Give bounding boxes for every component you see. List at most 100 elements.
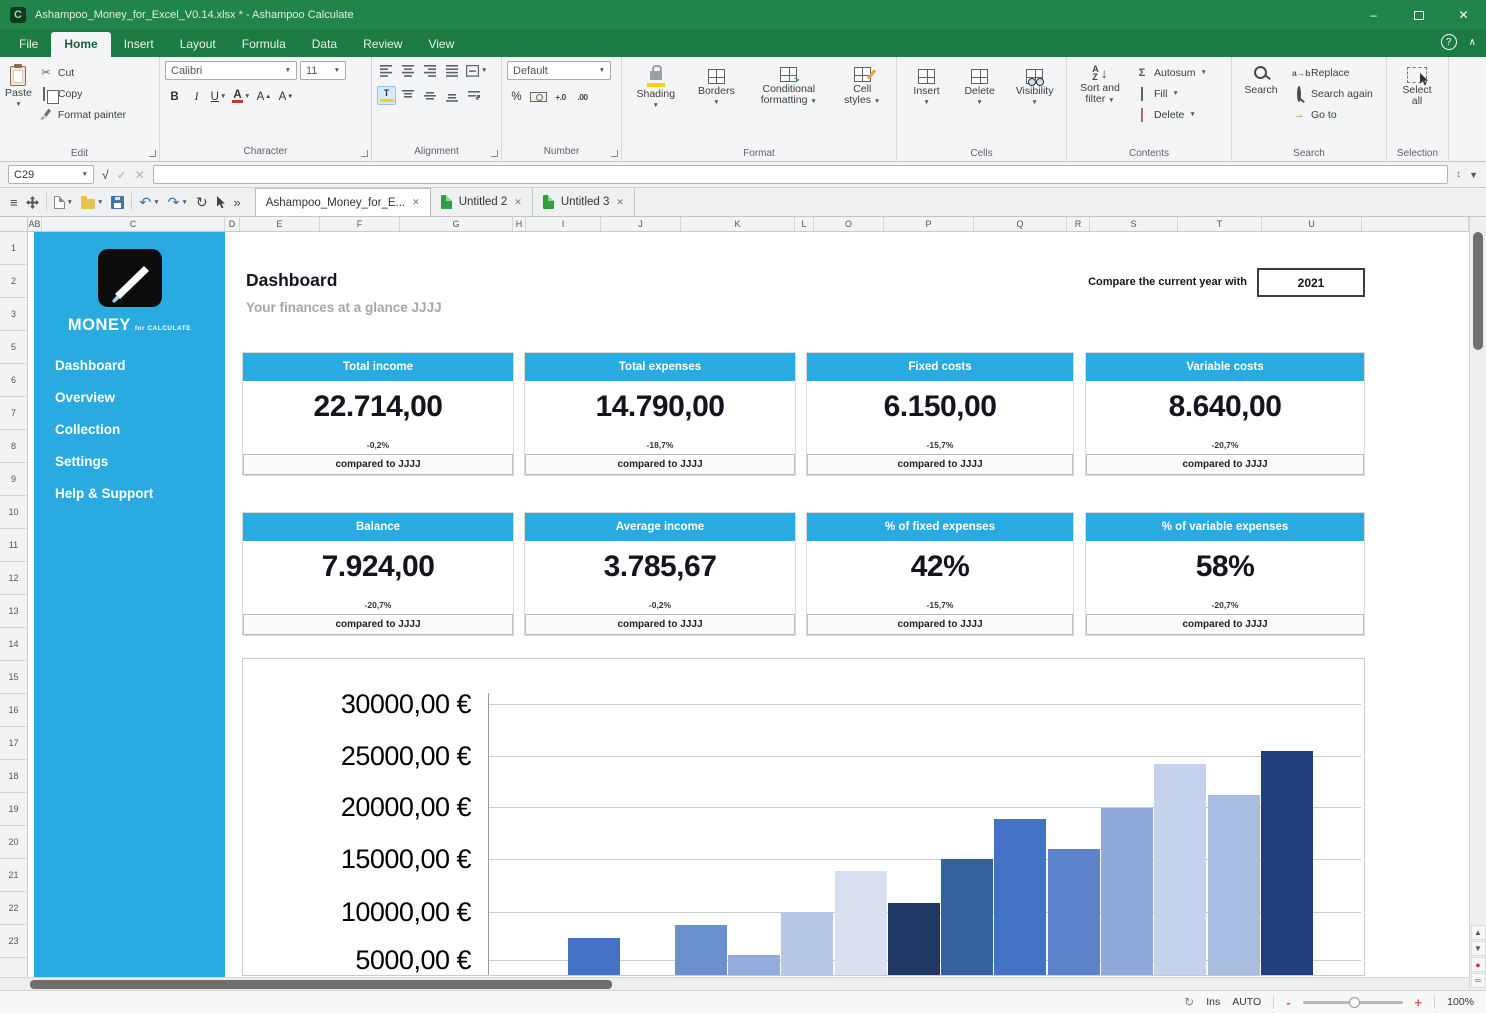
row-header[interactable]: 15 (0, 661, 27, 694)
column-header[interactable]: D (225, 217, 240, 231)
formula-input[interactable] (153, 165, 1448, 184)
row-header[interactable]: 22 (0, 892, 27, 925)
insert-mode-indicator[interactable]: Ins (1206, 996, 1220, 1008)
recalculate-icon[interactable]: ↻ (1184, 995, 1194, 1009)
column-header[interactable]: I (526, 217, 601, 231)
dialog-launcher-icon[interactable] (491, 150, 498, 157)
row-header[interactable]: 10 (0, 496, 27, 529)
sidebar-item-dashboard[interactable]: Dashboard (34, 350, 225, 382)
menu-tab-file[interactable]: File (6, 32, 51, 57)
column-header[interactable]: L (795, 217, 814, 231)
visibility-button[interactable]: Visibility ▼ (1008, 61, 1061, 144)
document-tab-1[interactable]: Ashampoo_Money_for_E... ✕ (255, 188, 431, 216)
select-all-button[interactable]: Select all (1392, 61, 1442, 144)
menu-tab-formula[interactable]: Formula (229, 32, 299, 57)
vertical-scrollbar[interactable]: ▲ ▼ ● ═ (1469, 217, 1486, 990)
sort-filter-button[interactable]: AZ↓ Sort and filter ▼ (1072, 61, 1128, 144)
scroll-up-button[interactable]: ▲ (1471, 925, 1486, 940)
sidebar-item-settings[interactable]: Settings (34, 446, 225, 478)
column-header[interactable]: Q (974, 217, 1067, 231)
sidebar-item-help-support[interactable]: Help & Support (34, 478, 225, 510)
new-document-button[interactable]: ▼ (50, 190, 77, 214)
column-header[interactable]: AB (28, 217, 42, 231)
text-direction-button[interactable]: T (377, 86, 396, 105)
document-tab-3[interactable]: Untitled 3 ✕ (533, 188, 635, 216)
horizontal-scrollbar[interactable] (0, 977, 1469, 990)
column-header[interactable]: S (1090, 217, 1178, 231)
percent-format-button[interactable]: % (507, 87, 526, 106)
close-tab-icon[interactable]: ✕ (514, 197, 522, 208)
row-header[interactable]: 16 (0, 694, 27, 727)
align-center-button[interactable] (399, 61, 418, 80)
row-header[interactable]: 17 (0, 727, 27, 760)
decrease-decimals-button[interactable]: .00 (573, 87, 592, 106)
spreadsheet[interactable]: 123567891011121314151617181920212223 MON… (0, 232, 1469, 977)
close-tab-icon[interactable]: ✕ (412, 197, 420, 208)
expand-formula-bar-icon[interactable]: ↕ (1456, 169, 1461, 180)
currency-format-button[interactable] (529, 87, 548, 106)
column-header[interactable] (1362, 217, 1469, 231)
collapse-ribbon-icon[interactable]: ∧ (1469, 37, 1476, 48)
cell-reference-box[interactable]: C29▼ (8, 165, 94, 184)
zoom-level[interactable]: 100% (1447, 996, 1474, 1008)
shrink-font-button[interactable]: A▼ (276, 87, 295, 106)
menu-tab-review[interactable]: Review (350, 32, 415, 57)
zoom-in-button[interactable]: + (1415, 995, 1423, 1010)
column-header[interactable]: P (884, 217, 974, 231)
wrap-text-button[interactable] (465, 86, 484, 105)
paste-button[interactable]: Paste ▼ (5, 61, 32, 144)
auto-mode-indicator[interactable]: AUTO (1232, 996, 1261, 1008)
compare-year-input[interactable]: 2021 (1257, 268, 1365, 297)
row-header[interactable]: 23 (0, 925, 27, 958)
close-button[interactable]: ✕ (1441, 0, 1486, 30)
row-header[interactable]: 19 (0, 793, 27, 826)
search-again-button[interactable]: Search again (1289, 84, 1376, 103)
column-header[interactable]: R (1067, 217, 1090, 231)
accept-icon[interactable]: ✓ (117, 168, 127, 182)
zoom-slider[interactable] (1303, 1001, 1403, 1004)
vertical-scrollbar-thumb[interactable] (1473, 232, 1483, 350)
function-icon[interactable]: √ (102, 168, 109, 182)
align-left-button[interactable] (377, 61, 396, 80)
number-format-select[interactable]: Default▼ (507, 61, 611, 80)
column-header[interactable]: T (1178, 217, 1262, 231)
menu-tab-view[interactable]: View (415, 32, 467, 57)
row-header[interactable]: 3 (0, 298, 27, 331)
conditional-formatting-button[interactable]: > Conditional formatting ▼ (748, 61, 829, 144)
formula-bar-chevron-icon[interactable]: ▼ (1469, 170, 1478, 180)
cancel-icon[interactable]: ✕ (135, 168, 145, 182)
align-right-button[interactable] (421, 61, 440, 80)
font-color-button[interactable]: A ▼ (231, 87, 251, 106)
menu-tab-insert[interactable]: Insert (111, 32, 167, 57)
row-header[interactable]: 18 (0, 760, 27, 793)
row-header[interactable]: 7 (0, 397, 27, 430)
help-icon[interactable]: ? (1441, 34, 1457, 50)
column-header[interactable]: O (814, 217, 884, 231)
italic-button[interactable]: I (187, 87, 206, 106)
menu-tab-data[interactable]: Data (299, 32, 350, 57)
column-header[interactable]: F (320, 217, 400, 231)
record-marker-button[interactable]: ● (1471, 957, 1486, 972)
column-header[interactable]: K (681, 217, 795, 231)
close-tab-icon[interactable]: ✕ (616, 197, 624, 208)
row-header[interactable]: 12 (0, 562, 27, 595)
sidebar-item-collection[interactable]: Collection (34, 414, 225, 446)
underline-button[interactable]: U▼ (209, 87, 228, 106)
column-header[interactable]: J (601, 217, 681, 231)
document-tab-2[interactable]: Untitled 2 ✕ (431, 188, 533, 216)
goto-button[interactable]: →Go to (1289, 105, 1376, 124)
menu-tab-home[interactable]: Home (51, 32, 110, 57)
column-header[interactable]: E (240, 217, 320, 231)
zoom-out-button[interactable]: - (1286, 995, 1290, 1010)
column-header[interactable]: H (513, 217, 526, 231)
dialog-launcher-icon[interactable] (149, 150, 156, 157)
row-header[interactable]: 2 (0, 265, 27, 298)
open-button[interactable]: ▼ (77, 190, 107, 214)
menu-tab-layout[interactable]: Layout (167, 32, 229, 57)
dialog-launcher-icon[interactable] (361, 150, 368, 157)
increase-decimals-button[interactable]: +.0 (551, 87, 570, 106)
row-header[interactable]: 9 (0, 463, 27, 496)
refresh-button[interactable]: ↻ (192, 190, 212, 214)
merge-cells-button[interactable]: ▼ (465, 61, 488, 80)
split-view-button[interactable]: ═ (1471, 973, 1486, 988)
